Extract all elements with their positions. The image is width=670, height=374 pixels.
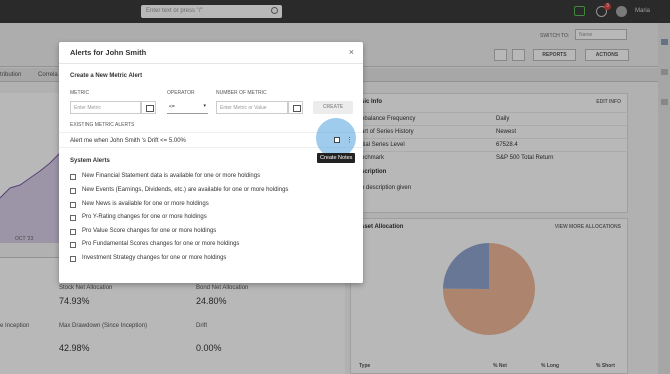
existing-alerts-label: EXISTING METRIC ALERTS xyxy=(70,122,135,128)
divider xyxy=(59,63,363,64)
checkbox[interactable] xyxy=(70,202,76,208)
metric-label: METRIC xyxy=(70,90,90,96)
checkbox[interactable] xyxy=(70,215,76,221)
create-button[interactable]: CREATE xyxy=(313,101,353,114)
system-alert-label: New Events (Earnings, Dividends, etc.) a… xyxy=(82,187,289,193)
close-icon[interactable]: × xyxy=(349,47,354,57)
metric-input[interactable]: Enter Metric xyxy=(70,101,141,114)
create-alert-heading: Create a New Metric Alert xyxy=(70,73,143,79)
checkbox[interactable] xyxy=(70,188,76,194)
metric-picker-icon[interactable] xyxy=(141,101,156,114)
operator-value: <= xyxy=(169,104,175,110)
operator-label: OPERATOR xyxy=(167,90,195,96)
more-options-icon[interactable]: ⋮ xyxy=(346,136,353,144)
operator-select[interactable]: <= ▾ xyxy=(167,101,208,114)
system-alert-label: Investment Strategy changes for one or m… xyxy=(82,255,227,261)
number-label: NUMBER OF METRIC xyxy=(216,90,267,96)
number-input[interactable]: Enter Metric or Value xyxy=(216,101,288,114)
system-alert-label: Pro Y-Rating changes for one or more hol… xyxy=(82,214,207,220)
system-alert-label: Pro Fundamental Scores changes for one o… xyxy=(82,241,240,247)
number-picker-icon[interactable] xyxy=(288,101,303,114)
system-alert-label: New Financial Statement data is availabl… xyxy=(82,173,261,179)
create-notes-icon[interactable] xyxy=(334,137,340,143)
checkbox[interactable] xyxy=(70,174,76,180)
system-alerts-heading: System Alerts xyxy=(70,158,110,164)
chevron-down-icon: ▾ xyxy=(203,103,206,109)
system-alert-label: New News is available for one or more ho… xyxy=(82,201,209,207)
system-alert-label: Pro Value Score changes for one or more … xyxy=(82,228,217,234)
modal-title: Alerts for John Smith xyxy=(70,48,147,57)
checkbox[interactable] xyxy=(70,242,76,248)
create-notes-tooltip: Create Notes xyxy=(317,153,356,163)
existing-alert-text: Alert me when John Smith 's Drift <= 5.0… xyxy=(70,138,186,144)
checkbox[interactable] xyxy=(70,256,76,262)
checkbox[interactable] xyxy=(70,229,76,235)
